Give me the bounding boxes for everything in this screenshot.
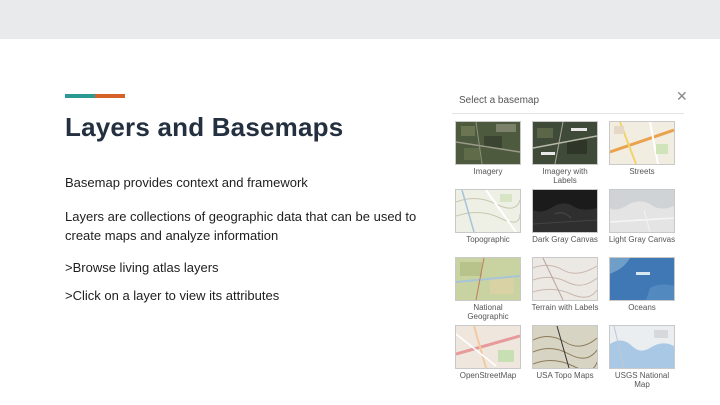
paragraph-layers: Layers are collections of geographic dat…	[65, 209, 417, 243]
accent-orange	[95, 94, 125, 98]
imagery-thumbnail	[455, 121, 521, 165]
usa-topo-thumbnail	[532, 325, 598, 369]
basemap-label: Streets	[629, 167, 655, 176]
usgs-national-map-thumbnail	[609, 325, 675, 369]
panel-title: Select a basemap	[459, 95, 540, 106]
basemap-option-dark-gray[interactable]: Dark Gray Canvas	[530, 189, 600, 244]
light-gray-thumbnail	[609, 189, 675, 233]
basemap-label: Dark Gray Canvas	[532, 235, 598, 244]
basemap-option-usa-topo[interactable]: USA Topo Maps	[530, 325, 600, 380]
close-icon[interactable]: ✕	[676, 89, 688, 103]
streets-thumbnail	[609, 121, 675, 165]
panel-divider	[452, 113, 684, 114]
national-geographic-thumbnail	[455, 257, 521, 301]
basemap-option-imagery[interactable]: Imagery	[453, 121, 523, 176]
terrain-labels-thumbnail	[532, 257, 598, 301]
topographic-thumbnail	[455, 189, 521, 233]
basemap-option-openstreetmap[interactable]: OpenStreetMap	[453, 325, 523, 380]
basemap-gallery-panel: Select a basemap ✕ Imagery Imagery with …	[452, 86, 696, 396]
basemap-option-national-geographic[interactable]: National Geographic	[453, 257, 523, 321]
basemap-option-imagery-labels[interactable]: Imagery with Labels	[530, 121, 600, 185]
basemap-label: OpenStreetMap	[459, 371, 517, 380]
oceans-thumbnail	[609, 257, 675, 301]
basemap-option-usgs-national-map[interactable]: USGS National Map	[607, 325, 677, 389]
dark-gray-thumbnail	[532, 189, 598, 233]
basemap-label: Topographic	[466, 235, 510, 244]
paragraph-browse: >Browse living atlas layers	[65, 260, 219, 275]
basemap-label: Oceans	[628, 303, 656, 312]
basemap-label: USA Topo Maps	[536, 371, 594, 380]
paragraph-click: >Click on a layer to view its attributes	[65, 288, 280, 303]
openstreetmap-thumbnail	[455, 325, 521, 369]
basemap-option-terrain-labels[interactable]: Terrain with Labels	[530, 257, 600, 312]
basemap-option-topographic[interactable]: Topographic	[453, 189, 523, 244]
slide-title: Layers and Basemaps	[65, 112, 344, 142]
basemap-option-light-gray[interactable]: Light Gray Canvas	[607, 189, 677, 244]
basemap-option-streets[interactable]: Streets	[607, 121, 677, 176]
imagery-labels-thumbnail	[532, 121, 598, 165]
accent-teal	[65, 94, 95, 98]
basemap-label: Light Gray Canvas	[608, 235, 676, 244]
paragraph-basemap: Basemap provides context and framework	[65, 175, 308, 190]
basemap-label: USGS National Map	[614, 371, 670, 389]
basemap-label: National Geographic	[467, 303, 509, 321]
top-bar	[0, 0, 720, 39]
basemap-label: Imagery	[473, 167, 503, 176]
basemap-option-oceans[interactable]: Oceans	[607, 257, 677, 312]
basemap-label: Imagery with Labels	[542, 167, 588, 185]
basemap-label: Terrain with Labels	[531, 303, 599, 312]
